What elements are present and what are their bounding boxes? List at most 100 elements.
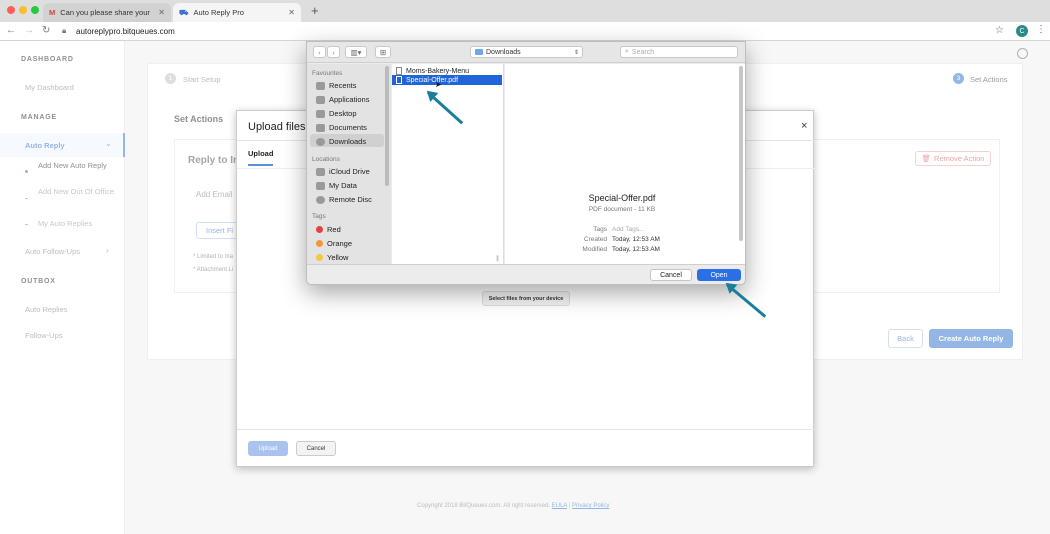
sidebar-scrollbar[interactable] bbox=[385, 66, 389, 186]
back-arrow-icon[interactable]: ← bbox=[6, 25, 16, 36]
location-label: Downloads bbox=[486, 48, 521, 56]
select-files-button[interactable]: Select files from your device bbox=[482, 291, 570, 306]
sidebar-label: Recents bbox=[329, 81, 357, 90]
bookmark-star-icon[interactable]: ☆ bbox=[995, 25, 1004, 36]
tag-yellow[interactable]: Yellow bbox=[316, 253, 348, 262]
app-favicon-icon: ⛟ bbox=[179, 7, 189, 17]
upload-button[interactable]: Upload bbox=[248, 441, 288, 456]
finder-cancel-button[interactable]: Cancel bbox=[650, 269, 692, 281]
profile-avatar[interactable]: C bbox=[1016, 25, 1028, 37]
new-folder-icon[interactable]: ⊞ bbox=[375, 46, 391, 58]
tag-orange[interactable]: Orange bbox=[316, 239, 352, 248]
modified-value: Today, 12:53 AM bbox=[612, 246, 660, 253]
sidebar-label: Remote Disc bbox=[329, 195, 372, 204]
close-tab-icon[interactable]: ✕ bbox=[158, 8, 165, 17]
tags-header: Tags bbox=[312, 213, 326, 220]
tag-label: Orange bbox=[327, 239, 353, 248]
created-value: Today, 12:53 AM bbox=[612, 236, 660, 243]
yellow-tag-icon bbox=[316, 254, 323, 261]
orange-tag-icon bbox=[316, 240, 323, 247]
search-icon: ⌕ bbox=[625, 48, 629, 55]
created-label: Created bbox=[583, 236, 607, 243]
cancel-button[interactable]: Cancel bbox=[296, 441, 336, 456]
tag-label: Yellow bbox=[327, 253, 349, 262]
drive-icon bbox=[316, 181, 325, 190]
minimize-window-icon[interactable] bbox=[19, 6, 27, 14]
sidebar-recents[interactable]: Recents bbox=[316, 81, 357, 90]
pdf-document-icon bbox=[396, 76, 402, 84]
close-tab-icon[interactable]: ✕ bbox=[288, 8, 295, 17]
modal-title: Upload files bbox=[248, 121, 306, 133]
cloud-icon bbox=[316, 167, 325, 176]
desktop-icon bbox=[316, 109, 325, 118]
sidebar-label: Downloads bbox=[329, 137, 367, 146]
preview-pane: Special-Offer.pdf PDF document - 11 KB T… bbox=[505, 64, 745, 264]
preview-scrollbar[interactable] bbox=[739, 66, 743, 241]
applications-icon bbox=[316, 95, 325, 104]
mouse-cursor-icon: ➤ bbox=[435, 80, 442, 89]
gmail-icon: M bbox=[49, 8, 56, 17]
tab-gmail[interactable]: M Can you please share your ma ✕ bbox=[43, 3, 171, 22]
tag-label: Red bbox=[327, 225, 341, 234]
close-icon[interactable]: × bbox=[801, 120, 807, 132]
sidebar-downloads[interactable]: Downloads bbox=[316, 137, 366, 146]
sidebar-documents[interactable]: Documents bbox=[316, 123, 367, 132]
open-button[interactable]: Open bbox=[697, 269, 741, 281]
search-field[interactable]: ⌕ Search bbox=[620, 46, 738, 58]
maximize-window-icon[interactable] bbox=[31, 6, 39, 14]
documents-icon bbox=[316, 123, 325, 132]
back-nav-icon[interactable]: ‹ bbox=[313, 46, 326, 58]
file-item-special-offer[interactable]: Special-Offer.pdf bbox=[392, 75, 502, 85]
tab-label: Can you please share your ma bbox=[60, 8, 153, 17]
tab-auto-reply-pro[interactable]: ⛟ Auto Reply Pro ✕ bbox=[173, 3, 301, 22]
address-bar-row: ← → ↻ 🔒︎ autoreplypro.bitqueues.com ☆ C … bbox=[0, 22, 1050, 41]
disc-icon bbox=[316, 195, 325, 204]
file-item-moms-bakery-menu[interactable]: Moms-Bakery-Menu bbox=[396, 67, 469, 75]
column-view-icon[interactable]: ▥▾ bbox=[345, 46, 367, 58]
sidebar-label: Applications bbox=[329, 95, 370, 104]
finder-sidebar: Favourites Recents Applications Desktop … bbox=[307, 64, 391, 264]
modified-label: Modified bbox=[582, 246, 607, 253]
search-placeholder: Search bbox=[631, 48, 655, 56]
clock-icon bbox=[316, 81, 325, 90]
chevron-updown-icon: ⇕ bbox=[573, 49, 579, 56]
sidebar-remote-disc[interactable]: Remote Disc bbox=[316, 195, 372, 204]
kebab-menu-icon[interactable]: ⋮ bbox=[1036, 24, 1046, 35]
location-dropdown[interactable]: Downloads ⇕ bbox=[470, 46, 583, 58]
file-name: Special-Offer.pdf bbox=[406, 76, 459, 84]
sidebar-applications[interactable]: Applications bbox=[316, 95, 369, 104]
file-column: Moms-Bakery-Menu Special-Offer.pdf ➤ ∥ bbox=[392, 64, 504, 264]
sidebar-label: Documents bbox=[329, 123, 367, 132]
add-tags-field[interactable]: Add Tags... bbox=[612, 226, 644, 233]
new-tab-icon[interactable]: + bbox=[311, 3, 319, 18]
sidebar-label: iCloud Drive bbox=[329, 167, 370, 176]
downloads-icon bbox=[316, 137, 325, 146]
sidebar-my-data[interactable]: My Data bbox=[316, 181, 357, 190]
forward-nav-icon[interactable]: › bbox=[327, 46, 340, 58]
file-name: Moms-Bakery-Menu bbox=[406, 67, 470, 75]
tab-upload[interactable]: Upload bbox=[248, 149, 274, 166]
sidebar-icloud-drive[interactable]: iCloud Drive bbox=[316, 167, 370, 176]
forward-arrow-icon[interactable]: → bbox=[24, 25, 34, 36]
file-picker-dialog: ‹ › ▥▾ ⊞ Downloads ⇕ ⌕ Search Favourites… bbox=[306, 41, 746, 285]
preview-file-name: Special-Offer.pdf bbox=[588, 193, 656, 203]
close-window-icon[interactable] bbox=[7, 6, 15, 14]
finder-toolbar: ‹ › ▥▾ ⊞ Downloads ⇕ ⌕ Search bbox=[307, 42, 745, 63]
preview-file-kind: PDF document - 11 KB bbox=[588, 206, 656, 213]
sidebar-label: My Data bbox=[329, 181, 357, 190]
locations-header: Locations bbox=[312, 156, 340, 163]
reload-icon[interactable]: ↻ bbox=[42, 25, 50, 36]
document-icon bbox=[396, 67, 402, 75]
favourites-header: Favourites bbox=[312, 70, 343, 77]
tags-label: Tags bbox=[593, 226, 607, 233]
divider bbox=[237, 429, 815, 430]
folder-icon bbox=[475, 49, 483, 55]
divider bbox=[307, 264, 745, 265]
tag-red[interactable]: Red bbox=[316, 225, 341, 234]
url-text[interactable]: autoreplypro.bitqueues.com bbox=[76, 27, 175, 36]
column-resize-icon[interactable]: ∥ bbox=[496, 255, 499, 262]
lock-icon: 🔒︎ bbox=[62, 26, 67, 35]
tab-label: Auto Reply Pro bbox=[193, 8, 244, 17]
sidebar-desktop[interactable]: Desktop bbox=[316, 109, 357, 118]
browser-tab-bar: M Can you please share your ma ✕ ⛟ Auto … bbox=[0, 0, 1050, 22]
